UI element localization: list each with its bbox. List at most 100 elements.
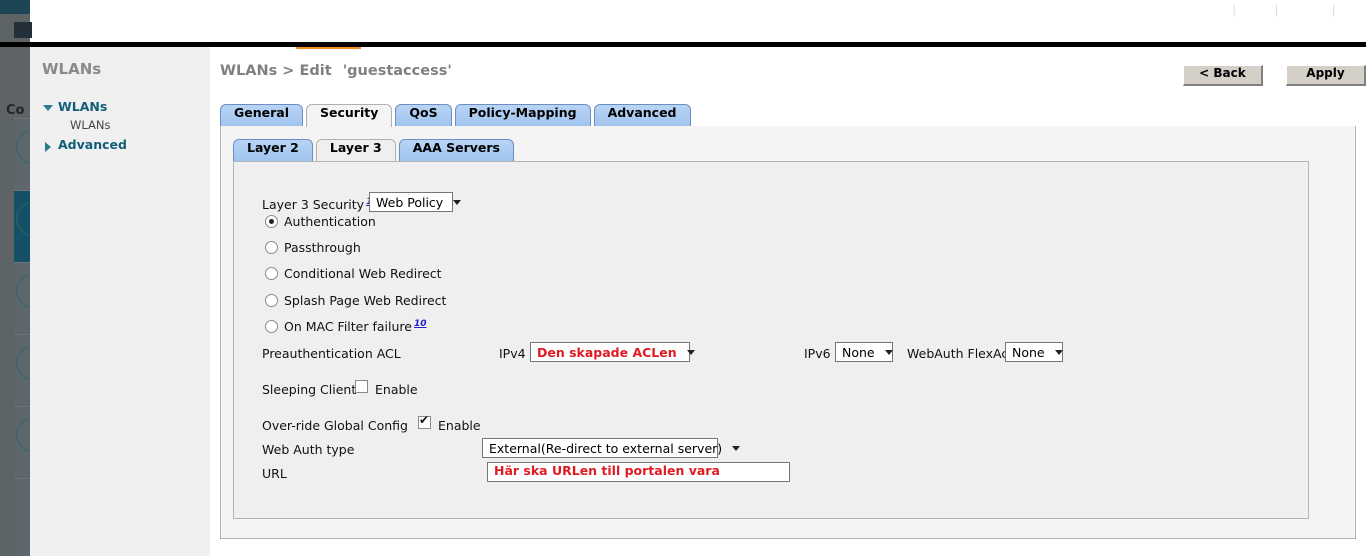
web-auth-type-select[interactable]: External(Re-direct to external server): [482, 438, 741, 458]
cisco-logo-bar: [120, 12, 123, 23]
override-global-config-checkbox[interactable]: [418, 413, 431, 429]
layer3-security-value: Web Policy: [376, 194, 444, 210]
sidebar-tree: WLANs WLANs Advanced: [40, 99, 208, 156]
sidebar: WLANs WLANs WLANs Advanced: [30, 47, 210, 556]
radio-passthrough-label[interactable]: Passthrough: [284, 240, 361, 255]
tab-advanced[interactable]: Advanced: [593, 104, 691, 127]
radio-splash-page-web-redirect-label[interactable]: Splash Page Web Redirect: [284, 293, 446, 308]
sidebar-title: WLANs: [42, 60, 102, 78]
tab-general[interactable]: General: [220, 104, 303, 127]
sleeping-client-enable-label: Enable: [375, 382, 418, 397]
cisco-logo-bar: [92, 12, 95, 23]
header-link-save-configuration[interactable]: Save Configuration: [1115, 3, 1225, 17]
web-auth-type-label: Web Auth type: [262, 442, 355, 457]
header-utility-links: Save Configuration | Ping | Logout | Refr: [1115, 3, 1366, 17]
radio-label-text: Splash Page Web Redirect: [284, 293, 447, 308]
chevron-down-icon: [686, 349, 695, 355]
main-content: WLANs > Edit 'guestaccess' < Back Apply …: [210, 47, 1366, 556]
radio-label-text: Authentication: [284, 214, 376, 229]
wlc-web-ui: Co CISCO MONITOR WLANs CONTROLLER WIRELESS S…: [0, 0, 1366, 556]
tab-qos[interactable]: QoS: [395, 104, 452, 127]
override-global-config-label: Over-ride Global Config: [262, 418, 408, 433]
webauth-flexacl-label: WebAuth FlexAcl: [907, 346, 1012, 361]
sidebar-item-wlans-group[interactable]: WLANs: [40, 99, 208, 118]
security-panel: Layer 2 Layer 3 AAA Servers Layer 3 Securi…: [220, 126, 1356, 539]
sleeping-client-label: Sleeping Client: [262, 382, 357, 397]
layer3-security-select[interactable]: Web Policy: [369, 192, 462, 212]
back-button[interactable]: < Back: [1182, 65, 1263, 86]
sleeping-client-checkbox[interactable]: [355, 380, 368, 393]
tab-security[interactable]: Security: [306, 104, 393, 127]
radio-on-mac-filter-failure[interactable]: [265, 320, 278, 333]
cisco-logo-bar: [163, 15, 166, 23]
radio-authentication-label[interactable]: Authentication: [284, 214, 376, 229]
cisco-logo-bar: [143, 15, 146, 23]
page-actions: < Back Apply: [1165, 62, 1366, 86]
cisco-logo-bar: [153, 6, 156, 23]
url-input[interactable]: Här ska URLen till portalen vara: [487, 462, 790, 482]
background-window: Co: [0, 0, 50, 556]
preauth-acl-ipv4-value: Den skapade ACLen: [537, 344, 677, 360]
layer3-security-label: Layer 3 Security1: [262, 197, 372, 212]
cisco-logo: CISCO: [78, 6, 166, 45]
nav-item-mnemonic: O: [821, 26, 832, 41]
tab-bar: General Security QoS Policy-Mapping Advanced: [220, 104, 1356, 127]
radio-label-text: On MAC Filter failure: [284, 319, 412, 335]
apply-button[interactable]: Apply: [1286, 65, 1366, 86]
chevron-down-icon: [1054, 349, 1063, 355]
sidebar-subitem-label: WLANs: [70, 118, 111, 132]
radio-conditional-web-redirect[interactable]: [265, 267, 278, 280]
layer3-form: Layer 3 Security1 Web Policy Authenticat…: [234, 162, 1308, 518]
nav-item-mnemonic: A: [698, 26, 708, 41]
radio-label-text: Passthrough: [284, 240, 361, 255]
chevron-down-icon: [732, 445, 741, 451]
subtab-layer-3[interactable]: Layer 3: [315, 139, 396, 162]
page-title-wlan-name: 'guestaccess': [342, 63, 452, 79]
header-link-refr[interactable]: Refr: [1343, 3, 1366, 17]
cisco-logo-bar: [125, 6, 128, 23]
cisco-logo-bar: [102, 12, 105, 23]
page-title: WLANs > Edit 'guestaccess': [220, 63, 452, 79]
preauth-acl-ipv6-select[interactable]: None: [835, 342, 893, 362]
ipv6-label: IPv6: [804, 346, 831, 361]
cisco-logo-bar: [158, 12, 161, 23]
app-header: CISCO MONITOR WLANs CONTROLLER WIRELESS SECU…: [0, 0, 1366, 49]
sidebar-item-wlans[interactable]: WLANs: [40, 118, 208, 137]
header-link-ping[interactable]: Ping: [1243, 3, 1267, 17]
sidebar-item-label: WLANs: [58, 99, 108, 114]
sidebar-item-advanced[interactable]: Advanced: [40, 137, 208, 156]
header-link-separator: |: [1274, 3, 1279, 17]
nav-item-mnemonic: C: [378, 26, 388, 41]
radio-passthrough[interactable]: [265, 241, 278, 254]
background-window-label: Co: [6, 103, 25, 118]
override-global-config-enable-label: Enable: [438, 418, 481, 433]
subtab-aaa-servers[interactable]: AAA Servers: [398, 139, 514, 162]
webauth-flexacl-select[interactable]: None: [1005, 342, 1063, 362]
cisco-logo-bar: [107, 15, 110, 23]
header-link-logout[interactable]: Logout: [1285, 3, 1324, 17]
ipv4-label: IPv4: [499, 346, 526, 361]
nav-item-mnemonic: S: [592, 26, 602, 41]
footnote-marker-10[interactable]: 10: [412, 319, 427, 329]
radio-authentication[interactable]: [265, 215, 278, 228]
cisco-logo-bar: [135, 15, 138, 23]
sub-tab-bar: Layer 2 Layer 3 AAA Servers: [233, 139, 517, 162]
radio-on-mac-filter-failure-label[interactable]: On MAC Filter failure 10: [284, 319, 427, 334]
preauth-acl-ipv4-select[interactable]: Den skapade ACLen: [530, 342, 695, 362]
tab-policy-mapping[interactable]: Policy-Mapping: [454, 104, 591, 127]
nav-item-mnemonic: W: [303, 26, 318, 41]
radio-label-text: Conditional Web Redirect: [284, 266, 442, 281]
nav-item-mnemonic: L: [940, 26, 949, 41]
header-link-separator: |: [1232, 3, 1237, 17]
page-title-prefix: WLANs > Edit: [220, 63, 332, 79]
layer3-security-label-text: Layer 3 Security: [262, 197, 365, 213]
radio-splash-page-web-redirect[interactable]: [265, 294, 278, 307]
cisco-logo-bar: [97, 6, 100, 23]
cisco-logo-bar: [115, 15, 118, 23]
subtab-layer-2[interactable]: Layer 2: [233, 139, 313, 162]
sidebar-item-label: Advanced: [58, 137, 127, 152]
nav-item-mnemonic: F: [982, 26, 991, 41]
radio-conditional-web-redirect-label[interactable]: Conditional Web Redirect: [284, 266, 442, 281]
chevron-right-icon[interactable]: [45, 142, 51, 152]
chevron-down-icon[interactable]: [43, 105, 53, 111]
